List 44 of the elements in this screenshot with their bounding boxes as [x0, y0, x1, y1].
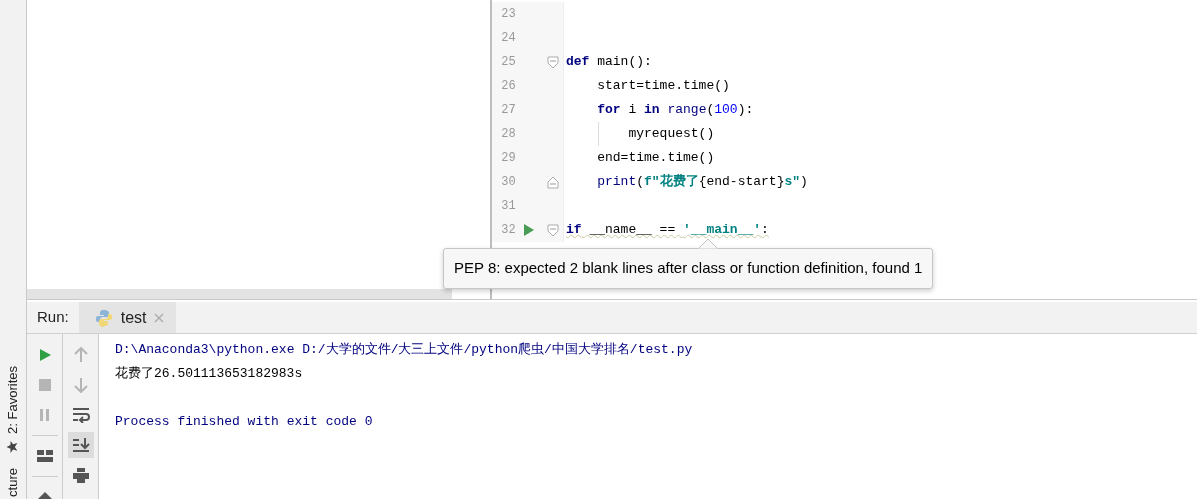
line-number: 30 — [500, 174, 516, 191]
line-number: 24 — [500, 30, 516, 47]
pause-icon — [38, 408, 51, 422]
line-number: 27 — [500, 102, 516, 119]
close-icon[interactable] — [154, 312, 165, 323]
fold-marker-icon[interactable] — [547, 175, 560, 189]
console-line: 花费了26.501113653182983s — [115, 365, 304, 383]
line-number: 25 — [500, 54, 516, 71]
code-line: for i in range(100): — [596, 101, 754, 120]
line-number: 32 — [500, 222, 516, 239]
fold-marker-icon[interactable] — [547, 223, 560, 237]
console-line: D:\Anaconda3\python.exe D:/大学的文件/大三上文件/python爬虫/中国大学排名/test.py — [115, 341, 694, 359]
line-number: 29 — [500, 150, 516, 167]
run-icon — [37, 348, 52, 362]
code-line: if __name__ == '__main__': — [565, 221, 769, 240]
run-tab[interactable]: test — [78, 302, 177, 333]
line-number: 26 — [500, 78, 516, 95]
star-icon — [6, 440, 20, 455]
python-icon — [94, 308, 113, 327]
printer-icon — [72, 467, 89, 483]
line-number: 23 — [500, 6, 516, 23]
console-line: Process finished with exit code 0 — [115, 413, 374, 431]
code-line: print(f"花费了{end-start}s") — [596, 173, 808, 192]
soft-wrap-icon — [71, 407, 90, 423]
layout-icon — [36, 450, 53, 462]
pin-icon — [37, 492, 52, 499]
scroll-to-end-icon — [71, 437, 90, 453]
code-line: start=time.time() — [596, 77, 730, 96]
panel-label: Run: — [36, 307, 70, 328]
down-arrow-icon — [73, 377, 88, 393]
tooltip: PEP 8: expected 2 blank lines after class or function definition, found 1 — [443, 248, 934, 289]
up-arrow-icon — [73, 347, 88, 363]
code-line: end=time.time() — [596, 149, 715, 168]
tool-window-tab[interactable]: cture — [3, 468, 23, 497]
code-line: def main(): — [565, 53, 652, 72]
stop-icon — [37, 378, 52, 392]
tooltip-pointer-icon — [698, 239, 718, 249]
run-gutter-icon[interactable] — [523, 223, 536, 237]
toolbar-button[interactable] — [67, 432, 94, 458]
fold-marker-icon[interactable] — [547, 55, 560, 69]
line-number: 28 — [500, 126, 516, 143]
line-number: 31 — [500, 198, 516, 215]
tool-window-tab[interactable]: 2: Favorites — [3, 366, 23, 455]
scrollbar[interactable] — [27, 289, 452, 299]
